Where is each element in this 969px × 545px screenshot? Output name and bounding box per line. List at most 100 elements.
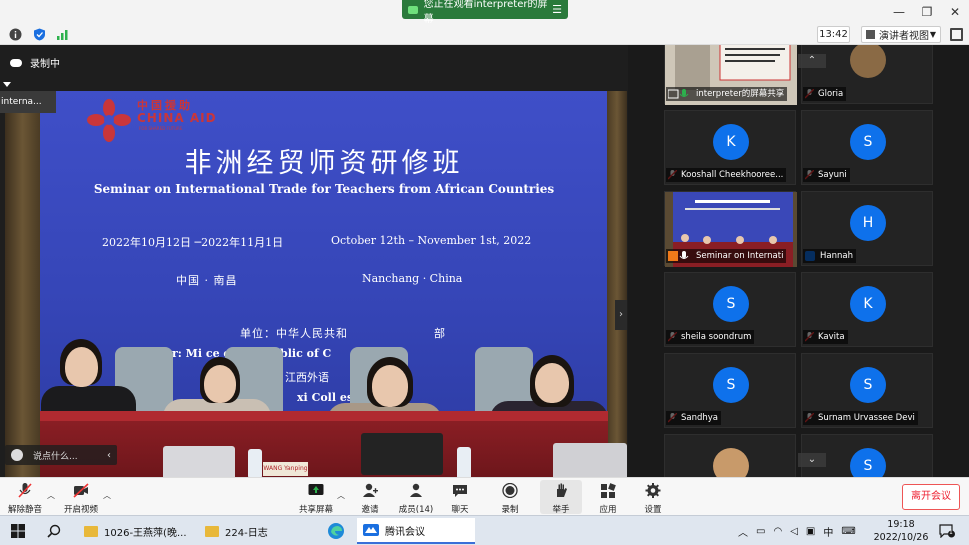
taskbar-item-tencent-meeting[interactable]: 腾讯会议 [357, 518, 475, 544]
clock-time: 19:18 [887, 519, 915, 530]
battery-icon[interactable]: ▭ [756, 526, 765, 537]
sharer-name-tag[interactable]: interna... [0, 91, 56, 113]
participant-tile[interactable]: K Kavita [801, 272, 933, 347]
leave-meeting-button[interactable]: 离开会议 [902, 484, 960, 510]
close-icon[interactable]: ✕ [941, 5, 969, 19]
minimize-icon[interactable]: — [885, 5, 913, 19]
start-video-button[interactable]: 开启视频 [61, 480, 101, 515]
unmute-button[interactable]: 解除静音 [6, 480, 44, 515]
participant-label: Sayuni [803, 168, 850, 182]
taskbar-item-folder-2[interactable]: 224-日志 [199, 518, 317, 544]
signal-icon[interactable] [56, 28, 69, 41]
members-label: 成员(14) [398, 505, 434, 515]
participant-tile[interactable]: H Hannah [801, 191, 933, 266]
participant-tile[interactable] [664, 434, 796, 477]
organizer-line-3: 江西外语 [285, 371, 329, 384]
chat-button[interactable]: 聊天 [445, 480, 475, 515]
participant-label: Kooshall Cheekhooree... [666, 168, 787, 182]
participant-label: Surnam Urvassee Devi [803, 411, 918, 425]
taskbar-item-folder-1[interactable]: 1026-王燕萍(晚... [78, 518, 196, 544]
participant-tile[interactable]: S sheila soondrum [664, 272, 796, 347]
participant-tile[interactable]: S Surnam Urvassee Devi [801, 353, 933, 428]
organizer-line-1b: 部 [434, 327, 446, 340]
tencent-meeting-icon [363, 524, 379, 536]
seminar-title-en: Seminar on International Trade for Teach… [93, 182, 555, 196]
edge-browser-icon[interactable] [327, 522, 345, 540]
info-icon[interactable] [9, 28, 22, 41]
participant-name: Gloria [818, 89, 844, 99]
folder-icon [205, 525, 219, 537]
fullscreen-icon[interactable] [950, 28, 963, 41]
record-button[interactable]: 录制 [495, 480, 525, 515]
avatar [850, 45, 886, 78]
participant-tile[interactable]: K Kooshall Cheekhooree... [664, 110, 796, 185]
folder-icon [84, 525, 98, 537]
seminar-place-cn: 中国 · 南昌 [176, 274, 238, 287]
windows-start-icon[interactable] [11, 524, 25, 538]
search-icon[interactable] [47, 524, 61, 538]
display-icon[interactable]: ▣ [806, 526, 815, 537]
logo-text-en: CHINA AID [137, 111, 217, 125]
seminar-title-cn: 非洲经贸师资研修班 [184, 148, 464, 179]
chevron-up-icon[interactable]: ︿ [47, 490, 55, 501]
share-screen-icon [308, 484, 324, 495]
restore-icon[interactable]: ❐ [913, 5, 941, 19]
keyboard-icon[interactable]: ⌨ [841, 526, 855, 537]
hand-icon [557, 483, 567, 497]
participant-tile[interactable]: Seminar on Internati [664, 191, 797, 267]
record-icon [502, 482, 518, 499]
participant-name: Kavita [818, 332, 845, 342]
chevron-up-icon[interactable]: ︿ [738, 524, 748, 539]
avatar: S [850, 124, 886, 160]
apps-button[interactable]: 应用 [593, 480, 623, 515]
view-mode-dropdown[interactable]: 演讲者视图 ▼ [861, 26, 941, 43]
person-head [65, 347, 98, 387]
organizer-line-1: 单位：中华人民共和 部 [240, 325, 446, 341]
gallery-scroll-down[interactable]: ⌄ [798, 453, 826, 467]
ime-indicator[interactable]: 中 [823, 524, 833, 539]
table [40, 421, 608, 478]
apps-icon [601, 483, 616, 498]
participant-tile[interactable]: interpreter的屏幕共享 [664, 45, 797, 105]
participant-name: Surnam Urvassee Devi [818, 413, 915, 423]
person-head [372, 365, 408, 407]
collapse-panel-arrow[interactable]: › [615, 300, 627, 330]
invite-button[interactable]: 邀请 [355, 480, 385, 515]
record-label: 录制 [501, 505, 519, 515]
add-user-icon [363, 483, 378, 497]
participant-tile[interactable]: S Sandhya [664, 353, 796, 428]
sharing-banner[interactable]: 您正在观看interpreter的屏幕 ☰ [402, 0, 568, 25]
menu-icon[interactable]: ☰ [552, 3, 562, 16]
settings-button[interactable]: 设置 [638, 480, 668, 515]
curtain-right [607, 91, 627, 478]
chevron-down-icon: ▼ [929, 30, 936, 39]
participant-name: Sandhya [681, 413, 719, 423]
chevron-left-icon[interactable]: ‹ [107, 450, 111, 461]
taskbar-clock[interactable]: 19:18 2022/10/26 [873, 518, 929, 544]
screen-share-icon [408, 5, 418, 14]
raise-hand-button[interactable]: 举手 [540, 480, 582, 515]
chevron-up-icon[interactable]: ︿ [103, 490, 111, 501]
share-screen-button[interactable]: 共享屏幕 [297, 480, 335, 515]
participant-tile[interactable]: S Sayuni [801, 110, 933, 185]
chat-quick-input[interactable]: 说点什么... ‹ [5, 445, 117, 465]
seminar-dates-cn: 2022年10月12日 ─2022年11月1日 [102, 236, 284, 249]
shared-video: 中国援助 CHINA AID FOR SHARED FUTURE 非洲经贸师资研… [5, 91, 627, 478]
wifi-icon[interactable]: ◠ [773, 526, 782, 537]
recording-label: 录制中 [30, 59, 60, 70]
chat-placeholder: 说点什么... [33, 451, 78, 462]
notification-center[interactable]: 1 [939, 523, 955, 539]
volume-icon[interactable]: ◁ [790, 526, 798, 537]
chat-icon [453, 485, 467, 497]
emoji-icon[interactable] [11, 449, 23, 461]
window-controls: — ❐ ✕ [885, 0, 969, 24]
taskbar-item-label: 1026-王燕萍(晚... [104, 527, 187, 539]
shield-icon[interactable] [33, 28, 46, 41]
clock-date: 2022/10/26 [873, 532, 929, 543]
raise-hand-label: 举手 [552, 505, 570, 515]
share-screen-label: 共享屏幕 [298, 505, 333, 515]
meeting-toolbar: 解除静音 ︿ 开启视频 ︿ 共享屏幕 ︿ 邀请 成员(14) 聊天 录制 举手 … [0, 477, 969, 515]
members-button[interactable]: 成员(14) [396, 480, 436, 515]
gallery-scroll-up[interactable]: ⌃ [798, 54, 826, 68]
chevron-up-icon[interactable]: ︿ [337, 490, 345, 501]
